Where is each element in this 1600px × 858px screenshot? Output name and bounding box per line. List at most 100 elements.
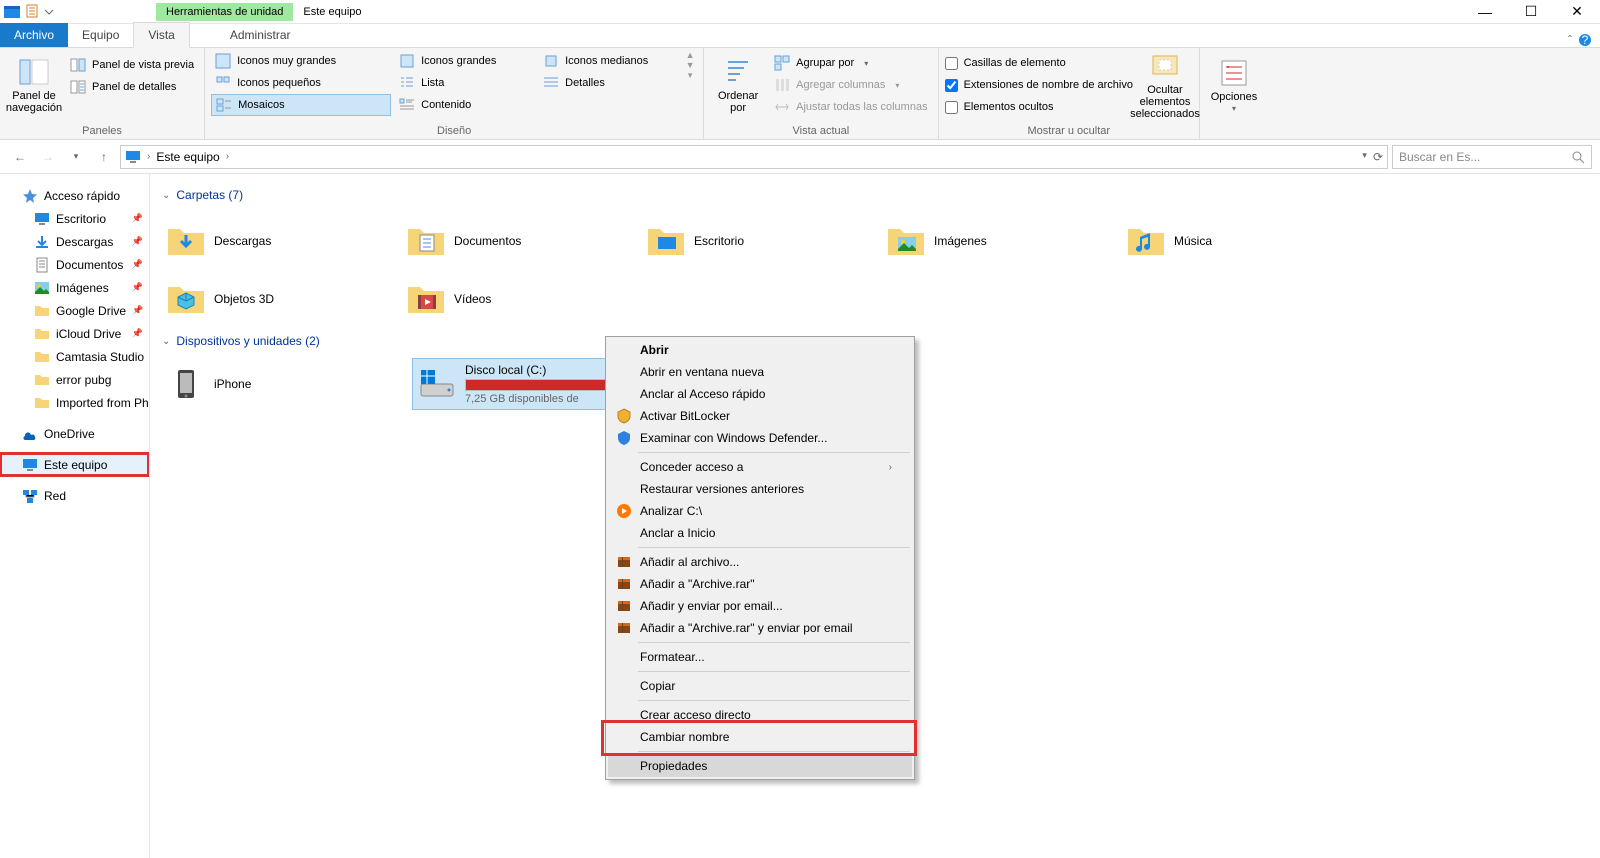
cm-grant-access[interactable]: Conceder acceso a› [608,456,912,478]
contextual-tab-label: Herramientas de unidad [156,3,293,21]
svg-text:?: ? [1582,33,1589,47]
folder-escritorio[interactable]: Escritorio [642,212,882,270]
close-button[interactable]: ✕ [1554,0,1600,24]
ribbon-collapse-icon[interactable]: ˆ [1568,33,1572,47]
sidebar-onedrive[interactable]: OneDrive [0,422,149,445]
cm-bitlocker[interactable]: Activar BitLocker [608,405,912,427]
qat-properties-icon[interactable] [24,4,40,20]
folder-descargas[interactable]: Descargas [162,212,402,270]
device-iphone[interactable]: iPhone [162,358,402,410]
cm-properties[interactable]: Propiedades [608,755,912,777]
folder-imagenes[interactable]: Imágenes [882,212,1122,270]
options-button[interactable]: Opciones ▾ [1206,50,1262,120]
tab-equipo[interactable]: Equipo [68,23,133,47]
sidebar-network[interactable]: Red [0,484,149,507]
layout-m-icons[interactable]: Iconos medianos [539,50,679,72]
breadcrumb[interactable]: Este equipo [156,150,219,164]
layout-list[interactable]: Lista [395,72,535,94]
up-button[interactable]: ↑ [92,145,116,169]
section-folders[interactable]: ⌄Carpetas (7) [162,188,1588,202]
cm-restore-versions[interactable]: Restaurar versiones anteriores [608,478,912,500]
pictures-icon [34,280,50,296]
autosize-columns-button[interactable]: Ajustar todas las columnas [770,96,931,118]
folder-documentos[interactable]: Documentos [402,212,642,270]
cm-format[interactable]: Formatear... [608,646,912,668]
add-columns-button[interactable]: Agregar columnas▾ [770,74,931,96]
forward-button[interactable]: → [36,145,60,169]
details-pane-button[interactable]: Panel de detalles [66,76,198,98]
hidden-items-toggle[interactable]: Elementos ocultos [945,96,1133,118]
navigation-pane-button[interactable]: Panel de navegación [6,50,62,120]
folder-icon [34,326,50,342]
sidebar-item-imagenes[interactable]: Imágenes📌 [0,276,149,299]
cm-add-archive[interactable]: Añadir al archivo... [608,551,912,573]
sort-by-button[interactable]: Ordenar por [710,50,766,120]
group-by-button[interactable]: Agrupar por▾ [770,52,931,74]
recent-locations-button[interactable]: ▾ [64,145,88,169]
layout-scroll-up-icon[interactable]: ▲ [683,50,697,60]
winrar-icon [616,620,632,636]
details-pane-icon [70,79,86,95]
tab-administrar[interactable]: Administrar [216,23,305,47]
sidebar-this-pc[interactable]: Este equipo [0,453,149,476]
cm-add-rar-email[interactable]: Añadir a "Archive.rar" y enviar por emai… [608,617,912,639]
folder-objetos-3d[interactable]: Objetos 3D [162,270,402,328]
search-icon [1571,150,1585,164]
search-box[interactable]: Buscar en Es... [1392,145,1592,169]
winrar-icon [616,576,632,592]
layout-tiles[interactable]: Mosaicos [211,94,391,116]
desktop-icon [34,211,50,227]
group-by-icon [774,55,790,71]
title-bar: Herramientas de unidad Este equipo — ☐ ✕ [0,0,1600,24]
preview-pane-button[interactable]: Panel de vista previa [66,54,198,76]
sidebar-item-descargas[interactable]: Descargas📌 [0,230,149,253]
item-checkboxes-toggle[interactable]: Casillas de elemento [945,52,1133,74]
sidebar-item-camtasia[interactable]: Camtasia Studio [0,345,149,368]
address-bar[interactable]: › Este equipo › ▾⟳ [120,145,1388,169]
layout-xl-icons[interactable]: Iconos muy grandes [211,50,391,72]
maximize-button[interactable]: ☐ [1508,0,1554,24]
layout-icon [543,75,559,91]
file-extensions-toggle[interactable]: Extensiones de nombre de archivo [945,74,1133,96]
sidebar-item-imported[interactable]: Imported from Pho [0,391,149,414]
sidebar-item-documentos[interactable]: Documentos📌 [0,253,149,276]
cm-defender[interactable]: Examinar con Windows Defender... [608,427,912,449]
cm-copy[interactable]: Copiar [608,675,912,697]
folder-musica[interactable]: Música [1122,212,1362,270]
folder-videos[interactable]: Vídeos [402,270,642,328]
sidebar-quick-access[interactable]: Acceso rápido [0,184,149,207]
sidebar-item-google-drive[interactable]: Google Drive📌 [0,299,149,322]
layout-icon [399,75,415,91]
tab-vista[interactable]: Vista [133,22,189,48]
refresh-button[interactable]: ⟳ [1373,150,1383,164]
hide-selected-button[interactable]: Ocultar elementos seleccionados [1137,50,1193,120]
cm-create-shortcut[interactable]: Crear acceso directo [608,704,912,726]
layout-l-icons[interactable]: Iconos grandes [395,50,535,72]
star-icon [22,188,38,204]
sidebar-item-escritorio[interactable]: Escritorio📌 [0,207,149,230]
qat-dropdown-icon[interactable] [44,4,60,20]
cm-open[interactable]: Abrir [608,339,912,361]
cm-analyze[interactable]: Analizar C:\ [608,500,912,522]
tab-file[interactable]: Archivo [0,23,68,47]
help-icon[interactable]: ? [1578,33,1592,47]
layout-s-icons[interactable]: Iconos pequeños [211,72,391,94]
cm-rename[interactable]: Cambiar nombre [608,726,912,748]
cm-pin-quick-access[interactable]: Anclar al Acceso rápido [608,383,912,405]
layout-scroll-down-icon[interactable]: ▼ [683,60,697,70]
group-label-mostrar-ocultar: Mostrar u ocultar [945,123,1193,139]
sidebar-item-icloud-drive[interactable]: iCloud Drive📌 [0,322,149,345]
minimize-button[interactable]: — [1462,0,1508,24]
cm-add-archive-rar[interactable]: Añadir a "Archive.rar" [608,573,912,595]
layout-expand-icon[interactable]: ▾ [683,70,697,81]
back-button[interactable]: ← [8,145,32,169]
cm-open-new-window[interactable]: Abrir en ventana nueva [608,361,912,383]
layout-icon [399,97,415,113]
cm-pin-start[interactable]: Anclar a Inicio [608,522,912,544]
layout-details[interactable]: Detalles [539,72,679,94]
address-dropdown-icon[interactable]: ▾ [1362,150,1367,164]
layout-content[interactable]: Contenido [395,94,535,116]
sidebar-item-error-pubg[interactable]: error pubg [0,368,149,391]
cm-send-email[interactable]: Añadir y enviar por email... [608,595,912,617]
documents-icon [34,257,50,273]
